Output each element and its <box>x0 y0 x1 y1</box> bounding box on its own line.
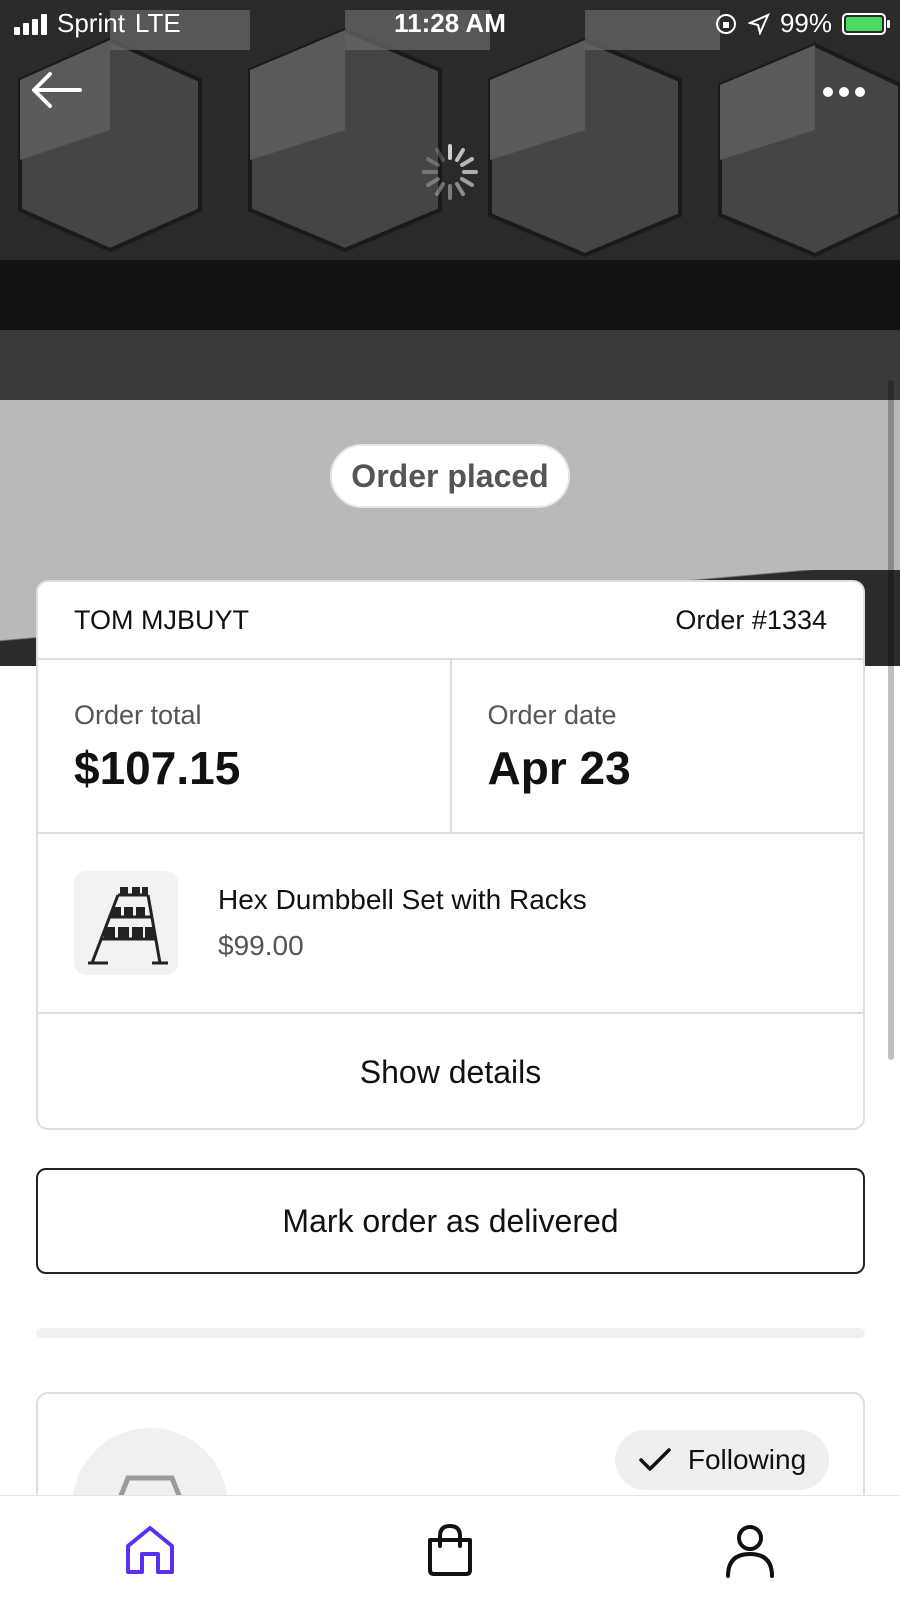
location-icon <box>747 12 770 35</box>
more-dots-icon <box>823 87 833 97</box>
order-stats: Order total $107.15 Order date Apr 23 <box>38 660 863 834</box>
section-divider <box>36 1328 865 1338</box>
spinner-icon <box>422 144 478 200</box>
check-icon <box>639 1448 671 1471</box>
tab-home[interactable] <box>118 1518 182 1582</box>
more-options-button[interactable] <box>814 72 874 112</box>
tab-profile[interactable] <box>718 1518 782 1582</box>
dumbbell-rack-icon <box>88 887 168 965</box>
home-icon <box>126 1526 174 1574</box>
order-status-badge: Order placed <box>330 444 570 508</box>
show-details-button[interactable]: Show details <box>38 1014 863 1128</box>
product-price: $99.00 <box>218 930 304 961</box>
battery-percent: 99% <box>779 8 832 38</box>
order-card: TOM MJBUYT Order #1334 Order total $107.… <box>36 580 865 1130</box>
order-total-stat: Order total $107.15 <box>38 660 450 832</box>
battery-icon <box>842 12 890 35</box>
tab-shop[interactable] <box>418 1518 482 1582</box>
product-item[interactable]: Hex Dumbbell Set with Racks $99.00 <box>38 834 863 1014</box>
status-right: 99% <box>714 8 890 39</box>
order-card-header: TOM MJBUYT Order #1334 <box>38 582 863 660</box>
order-date-stat: Order date Apr 23 <box>449 660 864 832</box>
following-label: Following <box>687 1444 807 1475</box>
order-number: Order #1334 <box>675 604 827 635</box>
scroll-indicator <box>888 380 894 1060</box>
person-icon <box>726 1525 774 1578</box>
product-thumbnail <box>74 871 178 975</box>
following-button[interactable]: Following <box>615 1430 829 1490</box>
product-info: Hex Dumbbell Set with Racks $99.00 <box>218 884 587 962</box>
order-date-label: Order date <box>487 700 617 730</box>
shopping-bag-icon <box>428 1523 472 1576</box>
bottom-tab-bar <box>0 1495 900 1600</box>
back-button[interactable] <box>26 66 86 114</box>
status-bar: Sprint LTE 11:28 AM 99% <box>0 0 900 44</box>
hero-banner <box>0 0 900 666</box>
order-date-value: Apr 23 <box>487 742 631 794</box>
more-dot <box>839 87 849 97</box>
customer-name: TOM MJBUYT <box>74 604 249 635</box>
arrow-left-icon <box>32 72 82 108</box>
more-dot <box>855 87 865 97</box>
rotation-lock-icon <box>715 13 736 34</box>
mark-delivered-button[interactable]: Mark order as delivered <box>36 1168 865 1274</box>
order-total-label: Order total <box>74 700 202 730</box>
product-name: Hex Dumbbell Set with Racks <box>218 884 587 915</box>
order-total-value: $107.15 <box>74 742 241 794</box>
